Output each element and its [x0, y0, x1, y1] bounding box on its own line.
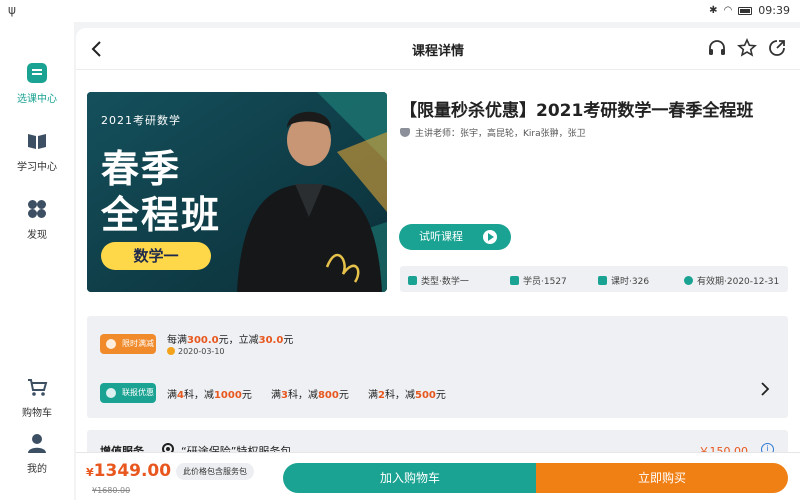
- course-info-bar: 类型·数学一 学员·1527 课时·326 有效期·2020-12-31: [400, 266, 788, 292]
- banner-title-line2: 全程班: [101, 192, 222, 237]
- clock-icon: [167, 347, 175, 355]
- sidebar-item-me[interactable]: 我的: [0, 432, 74, 475]
- limited-discount-badge: 限时满减: [100, 334, 156, 354]
- limited-discount-date: 2020-03-10: [167, 347, 225, 356]
- status-bar: ψ ✱ ◠ 09:39: [0, 0, 800, 22]
- sidebar-item-label: 我的: [27, 464, 47, 475]
- sidebar-item-cart[interactable]: 购物车: [0, 376, 74, 419]
- page-title: 课程详情: [411, 44, 464, 59]
- video-icon: [598, 276, 607, 285]
- combo-discount-badge: 联报优惠: [100, 383, 156, 403]
- original-price: ¥1680.00: [92, 486, 131, 495]
- battery-icon: [738, 6, 753, 15]
- play-icon: [483, 230, 497, 244]
- combo-discount-list: 满4科，减1000元 满3科，减800元 满2科，减500元: [167, 386, 462, 401]
- alarm-icon: [106, 339, 116, 349]
- cart-icon: [28, 379, 48, 396]
- share-icon[interactable]: [767, 38, 787, 58]
- course-title: 【限量秒杀优惠】2021考研数学一春季全程班: [400, 101, 754, 121]
- sidebar-item-label: 发现: [27, 230, 47, 241]
- purchase-bar: ¥1349.00 ¥1680.00 此价格包含服务包 加入购物车 立即购买: [76, 452, 800, 500]
- sidebar-item-course-select[interactable]: 选课中心: [0, 62, 74, 105]
- promotions-panel: 限时满减 每满300.0元，立减30.0元 2020-03-10 联报优惠 满4…: [87, 316, 788, 418]
- info-students: 学员·1527: [510, 274, 567, 287]
- usb-icon: ψ: [8, 3, 16, 17]
- course-teachers: 主讲老师：张宇，高昆轮，Kira张翀，张卫: [400, 126, 586, 139]
- star-icon[interactable]: [737, 38, 757, 58]
- sidebar-item-discover[interactable]: 发现: [0, 198, 74, 241]
- course-banner-image: 2021考研数学 春季 全程班 数学一: [87, 92, 387, 292]
- limited-discount-text: 每满300.0元，立减30.0元: [167, 335, 294, 346]
- teachers-text: 主讲老师：张宇，高昆轮，Kira张翀，张卫: [415, 129, 586, 139]
- trial-lesson-label: 试听课程: [419, 230, 463, 243]
- sidebar-item-label: 购物车: [22, 408, 52, 419]
- sidebar: 选课中心 学习中心 发现 购物车 我的: [0, 22, 74, 500]
- tag-icon: [106, 388, 116, 398]
- open-book-icon: [28, 134, 46, 149]
- combo-item: 满3科，减800元: [271, 390, 349, 401]
- students-icon: [510, 276, 519, 285]
- package-note: 此价格包含服务包: [176, 463, 254, 480]
- user-icon: [28, 434, 46, 453]
- add-to-cart-button[interactable]: 加入购物车: [283, 463, 537, 493]
- clock-icon: [684, 276, 693, 285]
- buy-now-button[interactable]: 立即购买: [536, 463, 788, 493]
- layers-icon: [408, 276, 417, 285]
- status-time: 09:39: [758, 4, 790, 17]
- discover-icon: [28, 200, 46, 218]
- teacher-icon: [400, 128, 410, 137]
- sidebar-item-label: 选课中心: [17, 94, 57, 105]
- chevron-right-icon[interactable]: [758, 382, 772, 396]
- info-lessons: 课时·326: [598, 274, 649, 287]
- main-panel: 课程详情 2021考研数学 春季 全程班 数学一 【限量秒杀优惠】2021考研数…: [76, 28, 800, 500]
- trial-lesson-button[interactable]: 试听课程: [399, 224, 511, 250]
- sidebar-item-label: 学习中心: [17, 162, 57, 173]
- current-price: ¥1349.00: [86, 461, 172, 481]
- top-bar: 课程详情: [76, 28, 800, 70]
- banner-year-text: 2021考研数学: [101, 114, 181, 127]
- info-valid-date: 有效期·2020-12-31: [684, 274, 779, 287]
- wifi-icon: ◠: [723, 5, 733, 16]
- bluetooth-icon: ✱: [709, 5, 718, 16]
- info-type: 类型·数学一: [408, 274, 469, 287]
- combo-item: 满2科，减500元: [368, 390, 446, 401]
- banner-subject-tag: 数学一: [101, 242, 211, 270]
- headset-icon[interactable]: [707, 38, 727, 58]
- combo-item: 满4科，减1000元: [167, 390, 252, 401]
- sidebar-item-study-center[interactable]: 学习中心: [0, 130, 74, 173]
- course-select-icon: [27, 63, 47, 83]
